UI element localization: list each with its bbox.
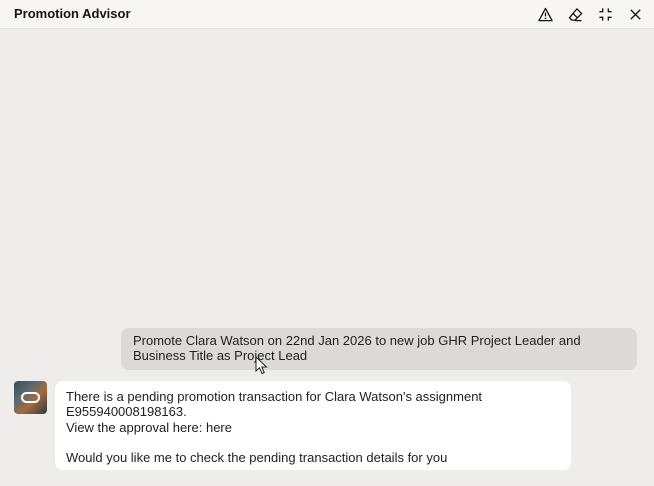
approval-link[interactable]: here bbox=[206, 420, 232, 435]
window-header: Promotion Advisor bbox=[0, 0, 654, 29]
close-icon[interactable] bbox=[624, 4, 646, 24]
window-title: Promotion Advisor bbox=[14, 6, 131, 21]
collapse-icon[interactable] bbox=[594, 4, 616, 24]
message-line: E955940008198163. bbox=[66, 404, 187, 420]
user-message-bubble: Promote Clara Watson on 22nd Jan 2026 to… bbox=[121, 328, 637, 370]
assistant-avatar bbox=[14, 381, 47, 414]
eraser-icon[interactable] bbox=[564, 4, 586, 24]
message-line: Would you like me to check the pending t… bbox=[66, 449, 448, 465]
mouse-pointer-icon bbox=[255, 356, 268, 375]
header-actions bbox=[534, 4, 646, 24]
oracle-logo-icon bbox=[21, 392, 40, 403]
approval-text: View the approval here: bbox=[66, 419, 206, 435]
warning-icon[interactable] bbox=[534, 4, 556, 24]
message-line: View the approval here: here bbox=[66, 420, 560, 435]
message-line: There is a pending promotion transaction… bbox=[66, 389, 483, 404]
assistant-message-bubble: There is a pending promotion transaction… bbox=[55, 381, 571, 470]
